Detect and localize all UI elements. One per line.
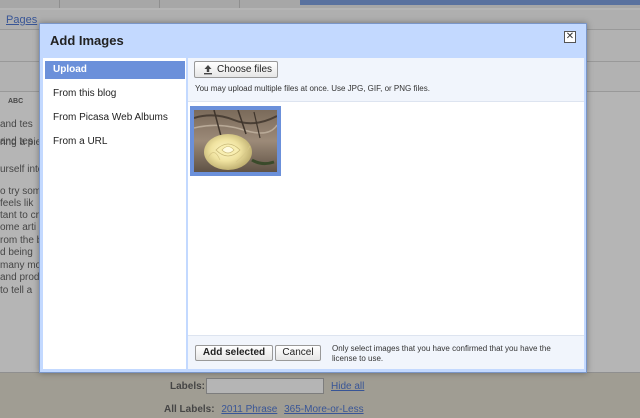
- image-thumbnail[interactable]: [190, 106, 281, 176]
- cancel-button[interactable]: Cancel: [275, 345, 321, 361]
- upload-panel: Choose files You may upload multiple fil…: [188, 58, 584, 369]
- license-note: Only select images that you have confirm…: [332, 344, 551, 363]
- dialog-title: Add Images: [50, 33, 124, 48]
- add-images-dialog: Add Images ✕ Upload From this blog From …: [39, 23, 587, 373]
- add-selected-button[interactable]: Add selected: [195, 345, 273, 361]
- choose-files-label: Choose files: [217, 64, 273, 75]
- dialog-footer: Add selected Cancel Only select images t…: [188, 335, 584, 369]
- close-icon[interactable]: ✕: [564, 31, 576, 43]
- sidebar-item-upload[interactable]: Upload: [45, 61, 185, 79]
- upload-icon: [204, 65, 212, 75]
- choose-files-button[interactable]: Choose files: [194, 61, 278, 78]
- source-sidebar: Upload From this blog From Picasa Web Al…: [43, 58, 186, 369]
- upload-hint: You may upload multiple files at once. U…: [195, 84, 430, 93]
- rose-photo: [194, 110, 277, 172]
- upload-header: Choose files You may upload multiple fil…: [188, 58, 584, 102]
- sidebar-item-picasa-albums[interactable]: From Picasa Web Albums: [45, 109, 185, 127]
- sidebar-item-from-this-blog[interactable]: From this blog: [45, 85, 185, 103]
- sidebar-item-from-url[interactable]: From a URL: [45, 133, 185, 151]
